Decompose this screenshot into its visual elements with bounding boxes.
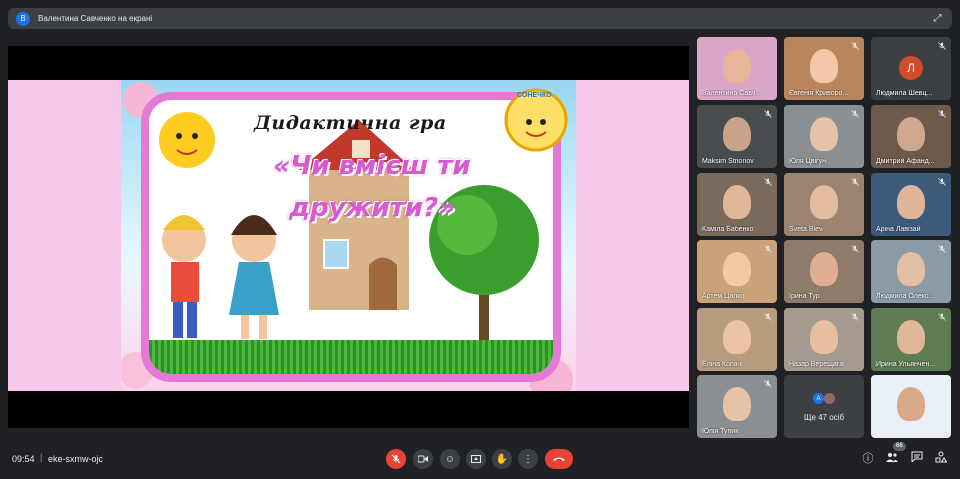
mic-muted-icon xyxy=(937,245,946,254)
more-participants-label: Ще 47 осіб xyxy=(803,413,845,422)
participant-tile[interactable]: Ирина Ульянчен... xyxy=(871,308,951,371)
participant-name: Людмила Олекс... xyxy=(876,293,935,300)
mic-muted-icon xyxy=(850,245,859,254)
mic-muted-icon xyxy=(937,42,946,51)
mic-muted-icon xyxy=(763,380,772,389)
chat-icon[interactable] xyxy=(909,451,925,467)
clock: 09:54 xyxy=(12,454,35,464)
participant-tile[interactable]: Людмила Олекс... xyxy=(871,240,951,303)
participant-video xyxy=(810,49,838,83)
participant-tile[interactable]: Maksim Strionov xyxy=(697,105,777,168)
participant-tile[interactable]: Еліна Копач xyxy=(697,308,777,371)
people-icon[interactable] xyxy=(884,451,900,467)
mic-muted-icon xyxy=(763,245,772,254)
participant-name: Назар Верещага xyxy=(789,361,844,368)
mic-muted-icon xyxy=(850,42,859,51)
slide-frame: Дидактична гра «Чи вмієш ти дружити?» xyxy=(141,92,561,382)
participant-video xyxy=(723,387,751,421)
participant-video xyxy=(810,185,838,219)
participants-count-badge: 66 xyxy=(893,442,906,451)
participant-video xyxy=(723,117,751,151)
participant-name: Артем Цапко xyxy=(702,293,745,300)
participant-name: Ирина Ульянчен... xyxy=(876,361,936,368)
presenter-label: Валентина Савченко на екрані xyxy=(38,14,153,23)
participant-tile[interactable]: Ірина Тур xyxy=(784,240,864,303)
participant-name: Юлія Тупик xyxy=(702,428,739,435)
divider: | xyxy=(40,452,43,462)
participant-tile[interactable]: Юля Цвігун xyxy=(784,105,864,168)
slide-question: «Чи вмієш ти дружити?» xyxy=(273,151,471,223)
participant-name: Ірина Тур xyxy=(789,293,820,300)
shared-slide: Дидактична гра «Чи вмієш ти дружити?» СО… xyxy=(8,80,689,391)
participant-video xyxy=(810,252,838,286)
mic-muted-icon xyxy=(850,178,859,187)
raise-hand-icon[interactable]: ✋ xyxy=(492,449,512,469)
mic-muted-icon xyxy=(937,110,946,119)
expand-icon[interactable]: ⤢ xyxy=(931,12,944,25)
presentation-stage: Дидактична гра «Чи вмієш ти дружити?» СО… xyxy=(8,46,689,428)
more-vert-icon[interactable]: ⋮ xyxy=(518,449,538,469)
participant-video xyxy=(723,320,751,354)
participant-name: Людмила Шевц... xyxy=(876,90,933,97)
mic-muted-icon xyxy=(763,178,772,187)
participant-tile[interactable]: Валентина Савч... xyxy=(697,37,777,100)
grass-strip xyxy=(149,340,553,374)
participant-name: Каміла Бабенко xyxy=(702,226,754,233)
videocam-icon[interactable] xyxy=(413,449,433,469)
participant-name: Юля Цвігун xyxy=(789,158,826,165)
participant-tile[interactable]: Юлія Тупик xyxy=(697,375,777,438)
participant-avatar-photo xyxy=(824,393,835,404)
participant-name: Sveta Blev xyxy=(789,226,823,233)
slide-scene xyxy=(159,112,539,350)
mic-muted-icon xyxy=(937,178,946,187)
emoji-icon[interactable]: ☺ xyxy=(440,449,460,469)
present-icon[interactable] xyxy=(466,449,486,469)
participant-name: Еліна Копач xyxy=(702,361,742,368)
participant-tile[interactable]: Назар Верещага xyxy=(784,308,864,371)
participant-tile[interactable]: Каміла Бабенко xyxy=(697,173,777,236)
participant-video xyxy=(897,117,925,151)
participant-video xyxy=(897,252,925,286)
participant-name: Maksim Strionov xyxy=(702,158,754,165)
participant-tile[interactable]: Л Людмила Шевц... xyxy=(871,37,951,100)
presenter-avatar: В xyxy=(16,11,30,26)
participant-video xyxy=(897,185,925,219)
mic-muted-icon xyxy=(937,313,946,322)
participant-video xyxy=(723,185,751,219)
mic-off-icon[interactable] xyxy=(386,449,406,469)
mic-muted-icon xyxy=(850,313,859,322)
participant-video xyxy=(810,117,838,151)
participant-tile[interactable]: Аріна Лавізай xyxy=(871,173,951,236)
info-icon[interactable]: ⓘ xyxy=(860,451,876,467)
participant-video xyxy=(723,252,751,286)
mic-muted-icon xyxy=(763,313,772,322)
participant-name: Аріна Лавізай xyxy=(876,226,921,233)
participant-video xyxy=(897,320,925,354)
participant-video xyxy=(723,49,751,83)
slide-content: Дидактична гра «Чи вмієш ти дружити?» СО… xyxy=(121,80,576,391)
presenter-bar: В Валентина Савченко на екрані ⤢ xyxy=(8,8,952,29)
participant-tile[interactable]: Євгенія Криворо... xyxy=(784,37,864,100)
participant-name: Євгенія Криворо... xyxy=(789,90,849,97)
bottom-control-bar: 09:54 | eke-sxmw-ojc ☺ ✋ ⋮ ⓘ 66 xyxy=(0,440,960,479)
logo-text: СОНЕЧКО xyxy=(517,92,552,99)
participant-tile[interactable]: А Ще 47 осіб xyxy=(784,375,864,438)
meeting-code: eke-sxmw-ojc xyxy=(48,454,104,464)
mic-muted-icon xyxy=(763,110,772,119)
participant-tile[interactable]: Артем Цапко xyxy=(697,240,777,303)
participant-avatar: А xyxy=(813,393,824,404)
slide-title: Дидактична гра xyxy=(254,112,447,134)
participant-name: Валентина Савч... xyxy=(702,90,762,97)
participant-tile[interactable]: Sveta Blev xyxy=(784,173,864,236)
mic-muted-icon xyxy=(850,110,859,119)
participant-name: Дмитрий Афанд... xyxy=(876,158,935,165)
participant-video xyxy=(810,320,838,354)
participant-tile[interactable] xyxy=(871,375,951,438)
participant-avatar: Л xyxy=(899,56,923,80)
participant-video xyxy=(897,387,925,421)
activities-icon[interactable] xyxy=(933,451,949,467)
call-end-icon[interactable] xyxy=(545,449,573,469)
participant-tile[interactable]: Дмитрий Афанд... xyxy=(871,105,951,168)
